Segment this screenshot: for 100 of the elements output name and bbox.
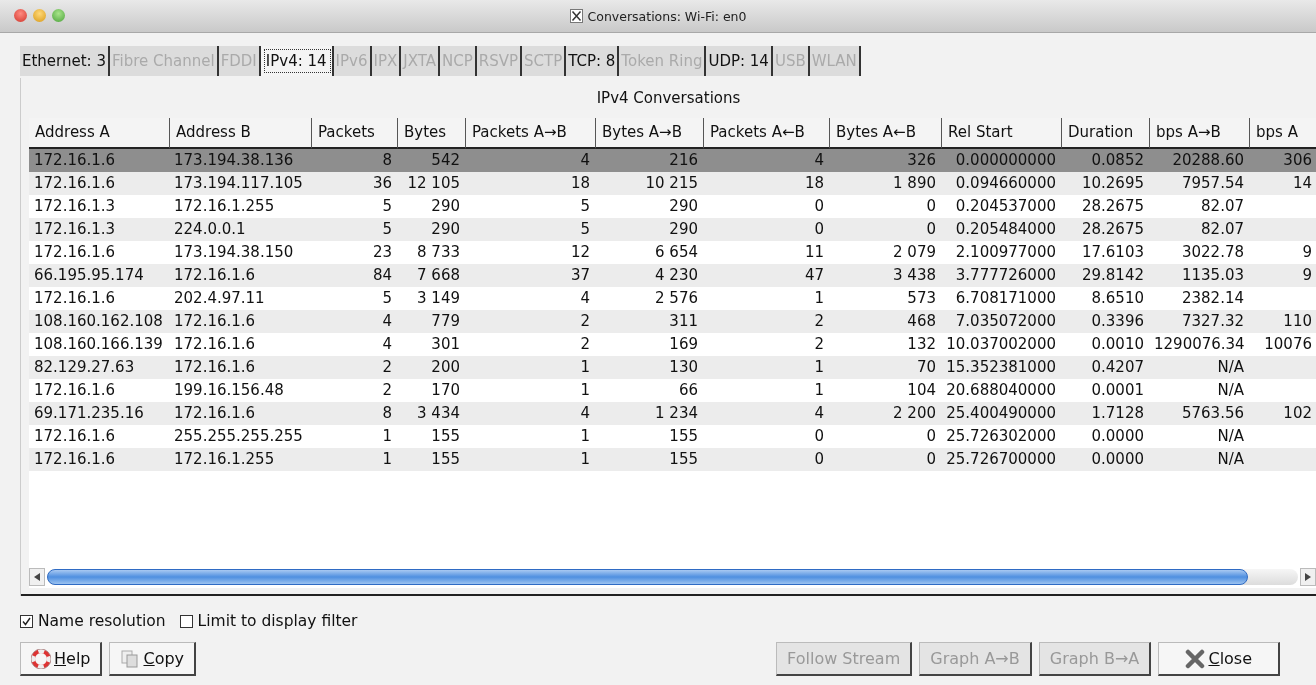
table-cell: 4 <box>580 151 590 169</box>
dialog-button[interactable]: Help <box>20 642 103 676</box>
table-cell: 468 <box>907 312 936 330</box>
table-cell: 7.035072000 <box>955 312 1056 330</box>
table-cell: 2 <box>580 335 590 353</box>
table-row[interactable]: 172.16.1.3 172.16.1.255 5 290 5 290 0 0 0.204537000 28.2675 82.07 <box>29 195 1316 218</box>
table-cell: 169 <box>669 335 698 353</box>
column-header[interactable]: Bytes <box>397 118 465 149</box>
table-cell: 172.16.1.255 <box>174 450 275 468</box>
table-cell: 2382.14 <box>1181 289 1244 307</box>
table-cell: 5 <box>580 220 590 238</box>
table-row[interactable]: 108.160.162.108 172.16.1.6 4 779 2 311 2 468 7.035072000 0.3396 7327.32 110 <box>29 310 1316 333</box>
table-cell: 155 <box>431 427 460 445</box>
table-cell: 199.16.156.48 <box>174 381 284 399</box>
table-row[interactable]: 172.16.1.6 255.255.255.255 1 155 1 155 0 0 25.726302000 0.0000 N/A <box>29 425 1316 448</box>
table-cell: 0.4207 <box>1091 358 1144 376</box>
column-header[interactable]: Packets A←B <box>703 118 829 149</box>
table-cell: 0.0852 <box>1091 151 1144 169</box>
horizontal-scrollbar[interactable] <box>29 564 1316 588</box>
table-cell: 0.204537000 <box>955 197 1056 215</box>
table-cell: 104 <box>907 381 936 399</box>
table-cell: 2 <box>382 358 392 376</box>
column-header[interactable]: Packets A→B <box>465 118 595 149</box>
column-header[interactable]: Packets <box>311 118 397 149</box>
table-cell: 18 <box>570 174 590 192</box>
column-header[interactable]: Duration <box>1061 118 1149 149</box>
protocol-tab[interactable]: IPv4: 14 <box>260 46 334 76</box>
scrollbar-thumb[interactable] <box>47 569 1248 585</box>
table-row[interactable]: 66.195.95.174 172.16.1.6 84 7 668 37 4 230 47 3 438 3.777726000 29.8142 1135.03 9 <box>29 264 1316 287</box>
table-row[interactable]: 69.171.235.16 172.16.1.6 8 3 434 4 1 234 4 2 200 25.400490000 1.7128 5763.56 102 <box>29 402 1316 425</box>
table-cell: 82.129.27.63 <box>34 358 135 376</box>
table-cell: 10076 <box>1264 335 1312 353</box>
table-cell: 10.037002000 <box>946 335 1056 353</box>
table-row[interactable]: 82.129.27.63 172.16.1.6 2 200 1 130 1 70 15.352381000 0.4207 N/A <box>29 356 1316 379</box>
table-cell: 0.094660000 <box>955 174 1056 192</box>
table-cell: 0 <box>926 450 936 468</box>
table-cell: 290 <box>669 197 698 215</box>
protocol-tab[interactable]: UDP: 14 <box>706 46 773 76</box>
table-cell: 0.0000 <box>1091 450 1144 468</box>
table-cell: 4 <box>382 335 392 353</box>
table-row[interactable]: 172.16.1.6 172.16.1.255 1 155 1 155 0 0 25.726700000 0.0000 N/A <box>29 448 1316 471</box>
table-cell: 155 <box>669 450 698 468</box>
table-cell: 0.205484000 <box>955 220 1056 238</box>
table-cell: 108.160.162.108 <box>34 312 163 330</box>
table-cell: 172.16.1.6 <box>174 404 256 422</box>
table-cell: 4 230 <box>655 266 698 284</box>
table-cell: 290 <box>669 220 698 238</box>
table-row[interactable]: 172.16.1.6 202.4.97.11 5 3 149 4 2 576 1 573 6.708171000 8.6510 2382.14 <box>29 287 1316 310</box>
column-header[interactable]: Address B <box>169 118 311 149</box>
table-cell: 9 <box>1302 243 1312 261</box>
protocol-tab[interactable]: TCP: 8 <box>566 46 620 76</box>
table-row[interactable]: 172.16.1.6 199.16.156.48 2 170 1 66 1 104 20.688040000 0.0001 N/A <box>29 379 1316 402</box>
table-cell: 0.0001 <box>1091 381 1144 399</box>
table-cell: 7327.32 <box>1181 312 1244 330</box>
scroll-right-icon[interactable] <box>1305 573 1311 581</box>
table-cell: 1 <box>580 450 590 468</box>
table-cell: 8.6510 <box>1091 289 1144 307</box>
dialog-button[interactable]: Close <box>1158 642 1281 676</box>
table-cell: 5 <box>382 289 392 307</box>
column-header[interactable]: bps A <box>1249 118 1316 149</box>
table-row[interactable]: 108.160.166.139 172.16.1.6 4 301 2 169 2 132 10.037002000 0.0010 1290076.34 10076 <box>29 333 1316 356</box>
table-row[interactable]: 172.16.1.6 173.194.38.136 8 542 4 216 4 326 0.000000000 0.0852 20288.60 306 <box>29 149 1316 172</box>
table-cell: 8 <box>382 151 392 169</box>
table-cell: 20.688040000 <box>946 381 1056 399</box>
table-cell: 29.8142 <box>1081 266 1144 284</box>
column-header[interactable]: Rel Start <box>941 118 1061 149</box>
table-row[interactable]: 172.16.1.3 224.0.0.1 5 290 5 290 0 0 0.205484000 28.2675 82.07 <box>29 218 1316 241</box>
table-cell: 3 149 <box>417 289 460 307</box>
table-cell: 290 <box>431 220 460 238</box>
table-cell: 110 <box>1283 312 1312 330</box>
table-cell: 2.100977000 <box>955 243 1056 261</box>
table-cell: 132 <box>907 335 936 353</box>
table-row[interactable]: 172.16.1.6 173.194.117.105 36 12 105 18 10 215 18 1 890 0.094660000 10.2695 7957.54 14 <box>29 172 1316 195</box>
table-cell: 1 890 <box>893 174 936 192</box>
checkbox[interactable] <box>20 614 33 628</box>
table-cell: 36 <box>372 174 392 192</box>
table-cell: 25.726700000 <box>946 450 1056 468</box>
table-cell: 1 <box>382 450 392 468</box>
scroll-left-icon[interactable] <box>34 573 40 581</box>
table-cell: 10 215 <box>645 174 698 192</box>
protocol-tab[interactable]: Ethernet: 3 <box>20 46 110 76</box>
column-header[interactable]: Bytes A→B <box>595 118 703 149</box>
table-row[interactable]: 172.16.1.6 173.194.38.150 23 8 733 12 6 654 11 2 079 2.100977000 17.6103 3022.78 9 <box>29 241 1316 264</box>
table-cell: 216 <box>669 151 698 169</box>
table-cell: 172.16.1.6 <box>34 427 116 445</box>
table-cell: 7 668 <box>417 266 460 284</box>
column-header[interactable]: bps A→B <box>1149 118 1249 149</box>
table-cell: 0.0000 <box>1091 427 1144 445</box>
table-cell: 8 733 <box>417 243 460 261</box>
checkbox[interactable] <box>179 614 193 628</box>
checkbox-label: Limit to display filter <box>197 612 358 630</box>
table-cell: 66 <box>678 381 698 399</box>
column-header[interactable]: Bytes A←B <box>829 118 941 149</box>
table-cell: 2 <box>814 312 824 330</box>
table-cell: 2 200 <box>893 404 936 422</box>
table-cell: 12 105 <box>407 174 460 192</box>
table-cell: 173.194.117.105 <box>174 174 303 192</box>
dialog-button[interactable]: Copy <box>109 642 197 676</box>
table-cell: 301 <box>431 335 460 353</box>
close-window-icon[interactable] <box>14 9 27 22</box>
